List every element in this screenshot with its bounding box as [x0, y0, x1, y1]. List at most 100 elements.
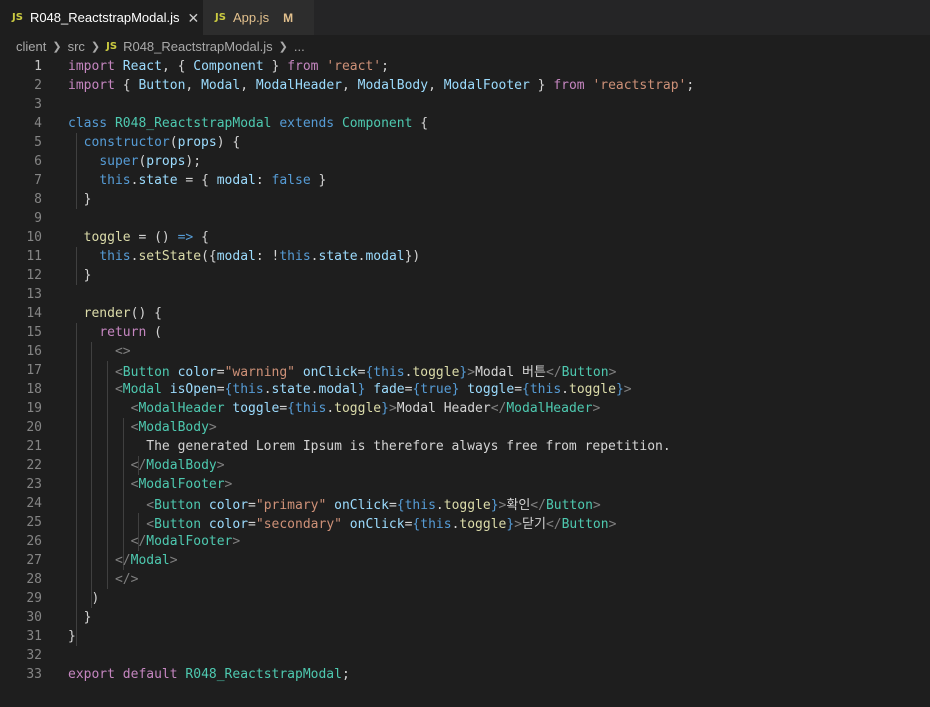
tab-app-js[interactable]: JS App.js M [203, 0, 314, 35]
code-token: class [68, 116, 108, 131]
code-line[interactable]: 22 </ModalBody> [0, 456, 930, 475]
line-number: 26 [26, 534, 42, 549]
breadcrumb: client ❯ src ❯ JS R048_ReactstrapModal.j… [0, 35, 930, 57]
code-text: </Modal> [68, 553, 178, 568]
modified-badge: M [283, 10, 294, 25]
code-editor[interactable]: 1 import React, { Component } from 'react… [0, 57, 930, 707]
code-line[interactable]: 33 export default R048_ReactstrapModal; [0, 665, 930, 684]
javascript-file-icon: JS [106, 40, 118, 52]
code-text: <Button color="primary" onClick={this.to… [68, 494, 601, 513]
code-token: toggle [412, 365, 460, 380]
code-line[interactable]: 25 <Button color="secondary" onClick={th… [0, 513, 930, 532]
code-token: } [310, 173, 327, 188]
code-token: toggle [334, 401, 382, 416]
code-token: . [310, 249, 319, 264]
code-token: "warning" [224, 365, 296, 380]
code-token: R048_ReactstrapModal [185, 667, 342, 682]
code-line[interactable]: 12 } [0, 266, 930, 285]
code-token: Modal [122, 382, 162, 397]
code-line[interactable]: 4 class R048_ReactstrapModal extends Comp… [0, 114, 930, 133]
breadcrumb-item-symbol[interactable]: ... [294, 39, 305, 54]
code-token: 닫기 [522, 517, 546, 532]
line-number: 16 [26, 344, 42, 359]
code-text: } [68, 610, 92, 625]
code-token: </ [545, 365, 562, 380]
code-line[interactable]: 3 [0, 95, 930, 114]
code-token: > [592, 498, 601, 513]
tab-label: R048_ReactstrapModal.js [29, 10, 180, 25]
code-line[interactable]: 27 </Modal> [0, 551, 930, 570]
code-line[interactable]: 9 [0, 209, 930, 228]
breadcrumb-item-client[interactable]: client [16, 39, 46, 54]
code-token: color [208, 517, 249, 532]
code-token: 'reactstrap' [592, 78, 687, 93]
code-text: import { Button, Modal, ModalHeader, Mod… [68, 78, 694, 93]
code-line[interactable]: 11 this.setState({modal: !this.state.mod… [0, 247, 930, 266]
line-number: 22 [26, 458, 42, 473]
code-token: { [193, 230, 209, 245]
code-line[interactable]: 21 The generated Lorem Ipsum is therefor… [0, 437, 930, 456]
code-line[interactable]: 28 </> [0, 570, 930, 589]
code-line[interactable]: 5 constructor(props) { [0, 133, 930, 152]
code-line[interactable]: 19 <ModalHeader toggle={this.toggle}>Mod… [0, 399, 930, 418]
code-line[interactable]: 8 } [0, 190, 930, 209]
code-text: <ModalFooter> [68, 477, 233, 492]
code-token: onClick [302, 365, 358, 380]
code-token: </ [114, 553, 131, 568]
code-token: <> [114, 344, 131, 359]
code-token: , [185, 78, 202, 93]
code-line[interactable]: 10 toggle = () => { [0, 228, 930, 247]
code-token: ModalHeader [506, 401, 593, 416]
code-token: > [216, 458, 225, 473]
code-line[interactable]: 6 super(props); [0, 152, 930, 171]
code-token: this [404, 498, 436, 513]
code-token: } [68, 610, 92, 625]
code-text: constructor(props) { [68, 135, 241, 150]
code-token: > [467, 365, 476, 380]
code-line[interactable]: 1 import React, { Component } from 'react… [0, 57, 930, 76]
code-line[interactable]: 7 this.state = { modal: false } [0, 171, 930, 190]
code-token: Modal 버튼 [475, 365, 546, 380]
code-line[interactable]: 23 <ModalFooter> [0, 475, 930, 494]
code-line[interactable]: 2 import { Button, Modal, ModalHeader, Mo… [0, 76, 930, 95]
code-line[interactable]: 32 [0, 646, 930, 665]
code-line[interactable]: 20 <ModalBody> [0, 418, 930, 437]
code-token: > [169, 553, 178, 568]
tab-r048-reactstrap-modal[interactable]: JS R048_ReactstrapModal.js ✕ [0, 0, 203, 35]
code-token: </ [130, 458, 147, 473]
code-line[interactable]: 31} [0, 627, 930, 646]
code-line[interactable]: 14 render() { [0, 304, 930, 323]
code-token: 확인 [506, 498, 531, 513]
code-line[interactable]: 26 </ModalFooter> [0, 532, 930, 551]
line-number: 20 [26, 420, 42, 435]
code-token: toggle [459, 517, 507, 532]
code-token: } [490, 498, 499, 513]
code-line[interactable]: 24 <Button color="primary" onClick={this… [0, 494, 930, 513]
code-token: Modal [130, 553, 170, 568]
line-number: 21 [26, 439, 42, 454]
code-line[interactable]: 15 return ( [0, 323, 930, 342]
code-line[interactable]: 13 [0, 285, 930, 304]
code-line[interactable]: 17 <Button color="warning" onClick={this… [0, 361, 930, 380]
code-token: The generated Lorem Ipsum is therefore a… [146, 439, 671, 454]
code-line[interactable]: 18 <Modal isOpen={this.state.modal} fade… [0, 380, 930, 399]
breadcrumb-item-file[interactable]: R048_ReactstrapModal.js [123, 39, 273, 54]
breadcrumb-item-src[interactable]: src [68, 39, 85, 54]
close-icon[interactable]: ✕ [188, 11, 200, 25]
code-line[interactable]: 30 } [0, 608, 930, 627]
code-token: super [99, 154, 139, 169]
code-token: Component [341, 116, 413, 131]
code-token: { [522, 382, 530, 397]
code-token: : ! [255, 249, 280, 264]
code-line[interactable]: 16 <> [0, 342, 930, 361]
code-token: = [216, 382, 225, 397]
code-line[interactable]: 29 ) [0, 589, 930, 608]
code-token: this [420, 517, 452, 532]
